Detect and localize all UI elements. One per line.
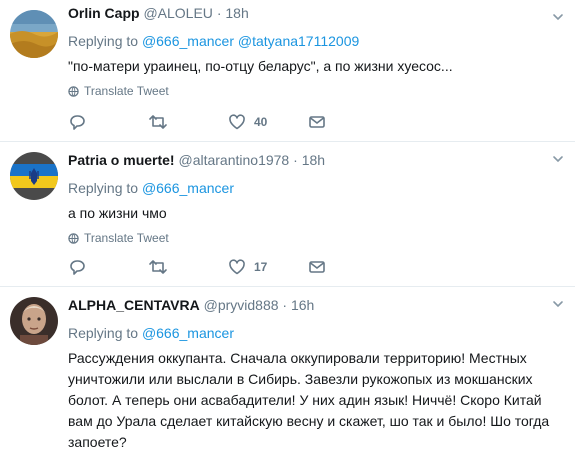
retweet-icon — [149, 260, 167, 274]
replying-to: Replying to @666_mancer @tatyana17112009 — [68, 32, 561, 50]
tweet-header: Patria o muerte! @altarantino1978 · 18h — [68, 150, 561, 170]
chevron-down-icon[interactable] — [551, 297, 565, 311]
mention-link[interactable]: @tatyana17112009 — [238, 33, 359, 49]
retweet-button[interactable] — [148, 113, 228, 131]
message-icon — [309, 261, 325, 273]
translate-label: Translate Tweet — [84, 84, 169, 98]
like-icon — [229, 114, 245, 130]
tweet[interactable]: ALPHA_CENTAVRA @pryvid888 · 16h Replying… — [0, 287, 575, 457]
chevron-down-icon[interactable] — [551, 152, 565, 166]
mention-link[interactable]: @666_mancer — [142, 33, 234, 49]
replying-to: Replying to @666_mancer — [68, 324, 561, 342]
tweet[interactable]: Patria o muerte! @altarantino1978 · 18h … — [0, 142, 575, 287]
reply-button[interactable] — [68, 113, 148, 131]
user-handle[interactable]: @pryvid888 — [204, 297, 279, 313]
tweet-text: Рассуждения оккупанта. Сначала оккупиров… — [68, 350, 550, 450]
tweet-actions: 17 — [68, 257, 388, 277]
replying-to-label: Replying to — [68, 180, 139, 196]
separator-dot: · — [293, 152, 298, 168]
replying-to-label: Replying to — [68, 33, 139, 49]
translate-label: Translate Tweet — [84, 231, 169, 245]
timestamp[interactable]: 18h — [225, 5, 248, 21]
avatar[interactable] — [10, 10, 58, 58]
globe-icon — [68, 85, 79, 97]
like-count: 17 — [254, 260, 268, 274]
translate-tweet-link[interactable]: Translate Tweet — [68, 83, 561, 99]
avatar[interactable] — [10, 297, 58, 345]
avatar[interactable] — [10, 152, 58, 200]
timestamp[interactable]: 16h — [291, 297, 314, 313]
tweet-actions: 40 — [68, 112, 388, 132]
tweet-header: ALPHA_CENTAVRA @pryvid888 · 16h — [68, 295, 561, 315]
display-name[interactable]: Orlin Capp — [68, 5, 140, 21]
chevron-down-icon[interactable] — [551, 10, 565, 24]
user-handle[interactable]: @ALOLEU — [143, 5, 212, 21]
replying-to-label: Replying to — [68, 325, 139, 341]
user-handle[interactable]: @altarantino1978 — [178, 152, 289, 168]
replying-to: Replying to @666_mancer — [68, 179, 561, 197]
retweet-icon — [149, 115, 167, 129]
reply-button[interactable] — [68, 258, 148, 276]
mention-link[interactable]: @666_mancer — [142, 180, 234, 196]
translate-tweet-link[interactable]: Translate Tweet — [68, 230, 561, 246]
like-count: 40 — [254, 115, 268, 129]
message-icon — [309, 116, 325, 128]
display-name[interactable]: ALPHA_CENTAVRA — [68, 297, 200, 313]
message-button[interactable] — [308, 113, 388, 131]
tweet-header: Orlin Capp @ALOLEU · 18h — [68, 3, 561, 23]
reply-icon — [70, 115, 85, 130]
display-name[interactable]: Patria o muerte! — [68, 152, 175, 168]
like-icon — [229, 259, 245, 275]
separator-dot: · — [282, 297, 288, 313]
tweet[interactable]: Orlin Capp @ALOLEU · 18h Replying to @66… — [0, 0, 575, 142]
globe-icon — [68, 232, 79, 244]
reply-icon — [70, 260, 85, 275]
mention-link[interactable]: @666_mancer — [142, 325, 234, 341]
like-button[interactable]: 17 — [228, 258, 308, 276]
retweet-button[interactable] — [148, 258, 228, 276]
timestamp[interactable]: 18h — [302, 152, 325, 168]
message-button[interactable] — [308, 258, 388, 276]
like-button[interactable]: 40 — [228, 113, 308, 131]
separator-dot: · — [216, 5, 222, 21]
tweet-text: "по-матери ураинец, по-отцу беларус", а … — [68, 58, 453, 74]
tweet-text: а по жизни чмо — [68, 205, 167, 221]
